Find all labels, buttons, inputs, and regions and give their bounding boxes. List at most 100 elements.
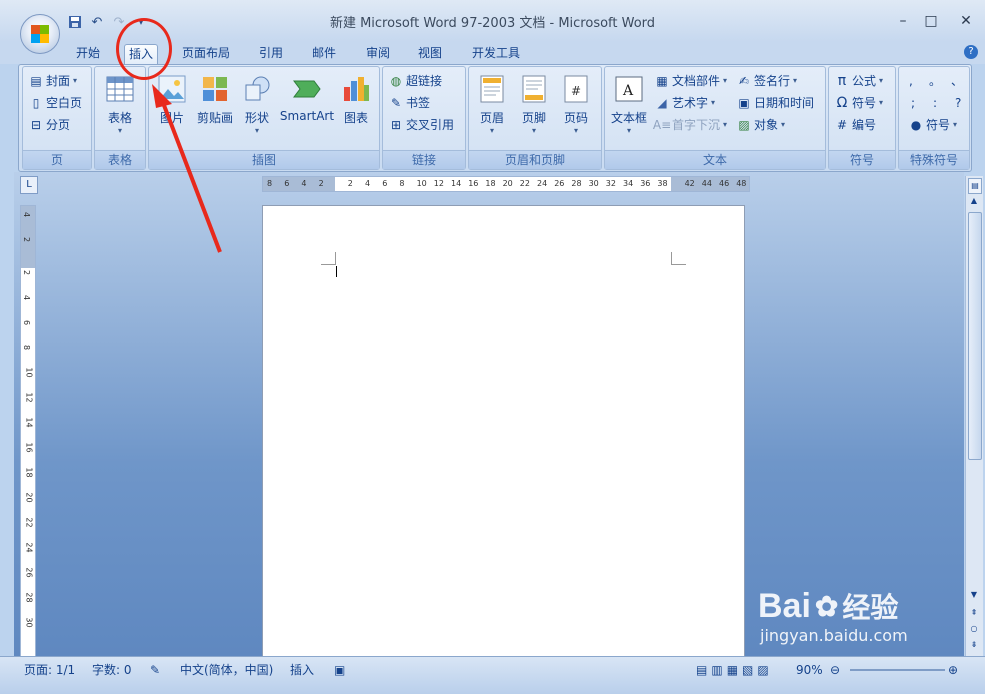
equation-button[interactable]: π 公式 ▾ [835, 71, 883, 91]
tab-selector-button[interactable]: L [20, 176, 38, 194]
object-icon: ▨ [738, 118, 750, 132]
draft-view-icon[interactable]: ▨ [757, 661, 768, 679]
chart-icon [340, 73, 372, 105]
close-button[interactable]: ✕ [953, 10, 979, 32]
maximize-button[interactable]: □ [918, 10, 944, 32]
cover-page-button[interactable]: ▤ 封面 ▾ [29, 71, 77, 91]
numbering-button[interactable]: # 编号 [835, 115, 876, 135]
previous-page-icon[interactable]: ⇞ [968, 608, 980, 620]
ruler-h-label: 46 [719, 179, 730, 188]
status-bar: 页面: 1/1 字数: 0 ✎ 中文(简体，中国) 插入 ▣ ▤ ▥ ▦ ▧ ▨… [0, 656, 985, 694]
paw-logo-icon: ✿ [814, 590, 839, 622]
page-number-button[interactable]: # 页码 ▾ [559, 73, 593, 135]
signature-line-button[interactable]: ✍ 签名行 ▾ [737, 71, 797, 91]
group-header-footer: 页眉 ▾ 页脚 ▾ # 页码 ▾ 页眉和页脚 [468, 66, 602, 170]
special-char-comma[interactable]: , [909, 71, 913, 91]
object-button[interactable]: ▨ 对象 ▾ [737, 115, 785, 135]
tab-developer[interactable]: 开发工具 [468, 44, 524, 64]
tab-references[interactable]: 引用 [255, 44, 287, 64]
cross-reference-button[interactable]: ⊞ 交叉引用 [389, 115, 454, 135]
footer-icon [518, 73, 550, 105]
bookmark-button[interactable]: ✎ 书签 [389, 93, 430, 113]
scroll-thumb[interactable] [968, 212, 982, 460]
ruler-h-label: 36 [640, 179, 651, 188]
tab-review[interactable]: 审阅 [362, 44, 394, 64]
page-break-button[interactable]: ⊟ 分页 [29, 115, 70, 135]
symbol-button[interactable]: Ω 符号 ▾ [835, 93, 883, 113]
cover-page-icon: ▤ [30, 74, 42, 88]
zoom-level[interactable]: 90% [796, 661, 823, 679]
special-symbol-button[interactable]: ● 符号 ▾ [909, 115, 957, 135]
status-page[interactable]: 页面: 1/1 [24, 661, 75, 679]
horizontal-ruler[interactable]: 8 6 4 2 2 4 6 8 10 12 14 16 18 20 22 24 26 28 30 32 34 36 38 42… [262, 176, 750, 192]
status-language[interactable]: 中文(简体，中国) [180, 661, 273, 679]
ruler-h-label: 44 [701, 179, 712, 188]
office-logo-icon [31, 25, 49, 43]
textbox-icon: A [613, 73, 645, 105]
status-word-count[interactable]: 字数: 0 [92, 661, 132, 679]
textbox-button[interactable]: A 文本框 ▾ [609, 73, 649, 135]
group-label-links: 链接 [383, 150, 465, 169]
scroll-down-icon[interactable]: ▼ [968, 590, 980, 602]
blank-page-button[interactable]: ▯ 空白页 [29, 93, 82, 113]
drop-cap-button[interactable]: A≡ 首字下沉 ▾ [653, 115, 727, 135]
special-char-semicolon[interactable]: ; [911, 93, 915, 113]
table-button[interactable]: 表格 ▾ [104, 73, 136, 135]
ruler-v-label: 30 [24, 617, 34, 628]
proofing-icon[interactable]: ✎ [150, 661, 160, 679]
shapes-button[interactable]: 形状 ▾ [239, 73, 275, 135]
zoom-in-icon[interactable]: ⊕ [948, 661, 958, 679]
ruler-toggle-icon[interactable]: ▤ [968, 178, 982, 194]
special-char-enum-comma[interactable]: 、 [951, 71, 963, 91]
zoom-slider[interactable] [850, 669, 945, 671]
group-symbols: π 公式 ▾ Ω 符号 ▾ # 编号 符号 [828, 66, 896, 170]
tab-home[interactable]: 开始 [72, 44, 104, 64]
quick-parts-button[interactable]: ▦ 文档部件 ▾ [655, 71, 727, 91]
hyperlink-button[interactable]: ◍ 超链接 [389, 71, 442, 91]
ruler-h-label: 8 [267, 179, 273, 188]
ruler-h-label: 48 [736, 179, 747, 188]
group-label-symbols: 符号 [829, 150, 895, 169]
help-icon[interactable]: ? [964, 45, 978, 59]
ruler-v-label: 8 [22, 344, 32, 351]
full-screen-reading-icon[interactable]: ▥ [711, 661, 722, 679]
vertical-ruler[interactable]: 4 2 2 4 6 8 10 12 14 16 18 20 22 24 26 28 30 [20, 205, 36, 658]
ruler-h-label: 30 [588, 179, 599, 188]
status-insert-mode[interactable]: 插入 [290, 661, 314, 679]
chart-button[interactable]: 图表 [339, 73, 373, 126]
zoom-out-icon[interactable]: ⊖ [830, 661, 840, 679]
next-page-icon[interactable]: ⇟ [968, 640, 980, 652]
tab-view[interactable]: 视图 [414, 44, 446, 64]
view-buttons: ▤ ▥ ▦ ▧ ▨ [696, 661, 769, 679]
footer-button[interactable]: 页脚 ▾ [517, 73, 551, 135]
web-layout-icon[interactable]: ▦ [727, 661, 738, 679]
group-tables: 表格 ▾ 表格 [94, 66, 146, 170]
page-number-icon: # [560, 73, 592, 105]
special-char-question[interactable]: ? [955, 93, 961, 113]
page-break-icon: ⊟ [30, 118, 42, 132]
shapes-icon [241, 73, 273, 105]
minimize-button[interactable]: – [890, 10, 916, 32]
wordart-button[interactable]: ◢ 艺术字 ▾ [655, 93, 715, 113]
ruler-v-label: 6 [22, 319, 32, 326]
print-layout-view-icon[interactable]: ▤ [696, 661, 707, 679]
special-char-colon[interactable]: : [933, 93, 937, 113]
tab-mailings[interactable]: 邮件 [308, 44, 340, 64]
smartart-button[interactable]: SmartArt [277, 73, 337, 123]
vertical-scrollbar[interactable]: ▤ ▲ ▼ ⇞ ○ ⇟ [965, 176, 983, 656]
date-time-button[interactable]: ▣ 日期和时间 [737, 93, 814, 113]
header-button[interactable]: 页眉 ▾ [475, 73, 509, 135]
number-icon: # [836, 118, 848, 132]
scroll-up-icon[interactable]: ▲ [968, 196, 980, 208]
ruler-h-label: 20 [502, 179, 513, 188]
outline-view-icon[interactable]: ▧ [742, 661, 753, 679]
tab-page-layout[interactable]: 页面布局 [178, 44, 234, 64]
browse-object-icon[interactable]: ○ [968, 624, 980, 636]
document-page[interactable] [262, 205, 745, 667]
special-char-period[interactable]: 。 [929, 71, 941, 91]
macro-record-icon[interactable]: ▣ [334, 661, 345, 679]
office-button[interactable] [20, 14, 60, 54]
svg-text:#: # [571, 84, 581, 98]
ruler-h-label: 4 [301, 179, 307, 188]
omega-icon: Ω [836, 95, 848, 111]
